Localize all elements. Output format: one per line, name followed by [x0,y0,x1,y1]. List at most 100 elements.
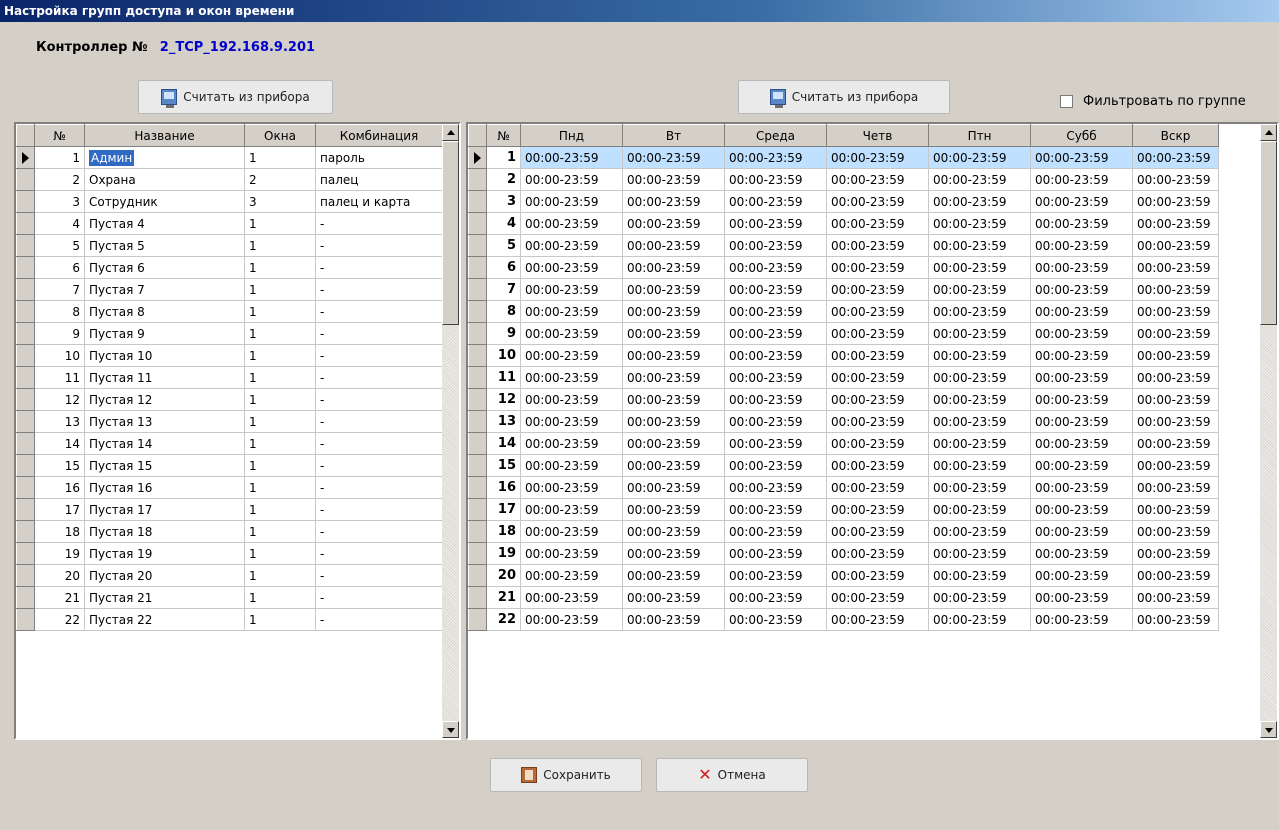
day-time-cell[interactable]: 00:00-23:59 [520,454,623,477]
day-time-cell[interactable]: 00:00-23:59 [724,344,827,367]
row-indicator[interactable] [468,168,487,191]
group-windows-cell[interactable]: 1 [244,454,316,477]
header-cell[interactable]: Среда [724,124,827,147]
header-cell[interactable]: Окна [244,124,316,147]
group-row[interactable]: 12 Пустая 12 1- [16,388,443,411]
row-indicator[interactable] [16,498,35,521]
day-time-cell[interactable]: 00:00-23:59 [1030,322,1133,345]
day-time-cell[interactable]: 00:00-23:59 [928,586,1031,609]
group-row[interactable]: 7 Пустая 71- [16,278,443,301]
group-row[interactable]: 17 Пустая 17 1- [16,498,443,521]
day-time-cell[interactable]: 00:00-23:59 [724,542,827,565]
time-windows-vertical-scrollbar[interactable] [1260,124,1277,738]
group-name-cell[interactable]: Пустая 9 [84,322,245,345]
row-indicator[interactable] [16,388,35,411]
group-name-cell[interactable]: Пустая 15 [84,454,245,477]
group-combination-cell[interactable]: пароль [315,146,443,169]
day-time-cell[interactable]: 00:00-23:59 [622,476,725,499]
scroll-up-button[interactable] [1260,124,1277,141]
day-time-cell[interactable]: 00:00-23:59 [724,190,827,213]
day-time-cell[interactable]: 00:00-23:59 [1030,146,1133,169]
day-time-cell[interactable]: 00:00-23:59 [1030,410,1133,433]
day-time-cell[interactable]: 00:00-23:59 [724,586,827,609]
window-number-cell[interactable]: 12 [486,388,521,411]
window-number-cell[interactable]: 1 [486,146,521,169]
row-indicator[interactable] [468,498,487,521]
day-time-cell[interactable]: 00:00-23:59 [826,190,929,213]
day-time-cell[interactable]: 00:00-23:59 [622,344,725,367]
day-time-cell[interactable]: 00:00-23:59 [928,410,1031,433]
day-time-cell[interactable]: 00:00-23:59 [1030,432,1133,455]
day-time-cell[interactable]: 00:00-23:59 [928,432,1031,455]
group-row[interactable]: 10 Пустая 10 1- [16,344,443,367]
day-time-cell[interactable]: 00:00-23:59 [826,168,929,191]
window-number-cell[interactable]: 13 [486,410,521,433]
scroll-down-button[interactable] [1260,721,1277,738]
day-time-cell[interactable]: 00:00-23:59 [1030,564,1133,587]
day-time-cell[interactable]: 00:00-23:59 [826,388,929,411]
day-time-cell[interactable]: 00:00-23:59 [826,146,929,169]
row-indicator[interactable] [468,278,487,301]
day-time-cell[interactable]: 00:00-23:59 [520,300,623,323]
day-time-cell[interactable]: 00:00-23:59 [928,256,1031,279]
day-time-cell[interactable]: 00:00-23:59 [1030,366,1133,389]
day-time-cell[interactable]: 00:00-23:59 [724,366,827,389]
day-time-cell[interactable]: 00:00-23:59 [826,520,929,543]
day-time-cell[interactable]: 00:00-23:59 [622,520,725,543]
time-window-row[interactable]: 13 00:00-23:59 00:00-23:59 00:00-23:59 00:00… [468,410,1219,433]
day-time-cell[interactable]: 00:00-23:59 [928,190,1031,213]
group-combination-cell[interactable]: - [315,212,443,235]
row-indicator[interactable] [468,366,487,389]
group-number-cell[interactable]: 2 [34,168,85,191]
save-button[interactable]: Сохранить [490,758,642,792]
day-time-cell[interactable]: 00:00-23:59 [622,366,725,389]
group-number-cell[interactable]: 4 [34,212,85,235]
group-combination-cell[interactable]: - [315,476,443,499]
day-time-cell[interactable]: 00:00-23:59 [1132,322,1219,345]
row-indicator[interactable] [16,564,35,587]
row-indicator[interactable] [468,190,487,213]
day-time-cell[interactable]: 00:00-23:59 [826,234,929,257]
row-indicator[interactable] [468,454,487,477]
day-time-cell[interactable]: 00:00-23:59 [622,498,725,521]
window-number-cell[interactable]: 20 [486,564,521,587]
group-combination-cell[interactable]: - [315,432,443,455]
day-time-cell[interactable]: 00:00-23:59 [622,146,725,169]
row-indicator[interactable] [468,300,487,323]
group-row[interactable]: 15 Пустая 15 1- [16,454,443,477]
time-window-row[interactable]: 18 00:00-23:59 00:00-23:59 00:00-23:59 00:00… [468,520,1219,543]
time-window-row[interactable]: 21 00:00-23:59 00:00-23:59 00:00-23:59 00:00… [468,586,1219,609]
day-time-cell[interactable]: 00:00-23:59 [520,278,623,301]
day-time-cell[interactable]: 00:00-23:59 [622,212,725,235]
window-number-cell[interactable]: 19 [486,542,521,565]
row-indicator[interactable] [16,234,35,257]
group-name-cell[interactable]: Охрана [84,168,245,191]
row-indicator[interactable] [468,388,487,411]
day-time-cell[interactable]: 00:00-23:59 [724,278,827,301]
day-time-cell[interactable]: 00:00-23:59 [520,322,623,345]
group-number-cell[interactable]: 12 [34,388,85,411]
day-time-cell[interactable]: 00:00-23:59 [1030,278,1133,301]
day-time-cell[interactable]: 00:00-23:59 [724,168,827,191]
group-number-cell[interactable]: 6 [34,256,85,279]
group-number-cell[interactable]: 19 [34,542,85,565]
group-name-cell[interactable]: Пустая 11 [84,366,245,389]
group-row[interactable]: 1 Админ 1 пароль [16,146,443,169]
day-time-cell[interactable]: 00:00-23:59 [1030,542,1133,565]
group-name-cell[interactable]: Пустая 12 [84,388,245,411]
day-time-cell[interactable]: 00:00-23:59 [622,432,725,455]
day-time-cell[interactable]: 00:00-23:59 [826,476,929,499]
row-indicator[interactable] [468,322,487,345]
day-time-cell[interactable]: 00:00-23:59 [520,212,623,235]
day-time-cell[interactable]: 00:00-23:59 [826,256,929,279]
group-row[interactable]: 5 Пустая 51- [16,234,443,257]
window-number-cell[interactable]: 22 [486,608,521,631]
day-time-cell[interactable]: 00:00-23:59 [826,344,929,367]
day-time-cell[interactable]: 00:00-23:59 [622,300,725,323]
day-time-cell[interactable]: 00:00-23:59 [520,344,623,367]
group-number-cell[interactable]: 20 [34,564,85,587]
group-row[interactable]: 19 Пустая 19 1- [16,542,443,565]
day-time-cell[interactable]: 00:00-23:59 [1132,542,1219,565]
group-row[interactable]: 16 Пустая 16 1- [16,476,443,499]
group-name-cell[interactable]: Сотрудник [84,190,245,213]
